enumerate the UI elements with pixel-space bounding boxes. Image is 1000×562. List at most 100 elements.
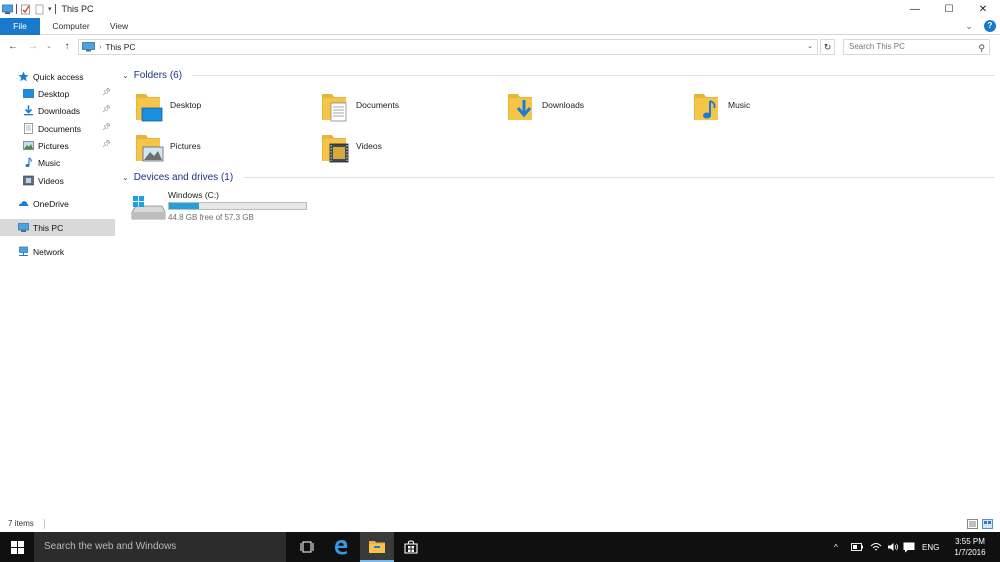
folder-videos[interactable]: Videos	[322, 131, 492, 167]
address-dropdown-icon[interactable]: ⌄	[804, 40, 816, 54]
store-button[interactable]	[394, 532, 428, 562]
battery-glyph	[851, 543, 863, 551]
taskbar-search-input[interactable]: Search the web and Windows	[34, 532, 286, 562]
desktop-folder-icon	[136, 94, 163, 122]
minimize-button[interactable]: —	[898, 0, 932, 18]
pin-icon[interactable]: 📌︎	[102, 123, 111, 131]
task-view-button[interactable]	[290, 532, 324, 562]
sidebar-item-quick-access[interactable]: Quick access	[0, 68, 115, 85]
network-status-icon[interactable]	[870, 532, 882, 562]
recent-locations-chevron-icon[interactable]: ⌄	[42, 40, 56, 54]
close-button[interactable]: ✕	[966, 0, 1000, 18]
forward-arrow-icon[interactable]: →	[26, 40, 40, 54]
drive-windows-c[interactable]: Windows (C:) 44.8 GB free of 57.3 GB	[130, 190, 330, 226]
devices-group-header[interactable]: ⌄ Devices and drives (1)	[122, 170, 233, 184]
music-icon	[25, 157, 32, 168]
new-folder-icon[interactable]	[34, 4, 45, 15]
navigation-bar: ← → ⌄ ↑ › This PC ⌄ ↻ Search This PC ⚲	[0, 36, 1000, 58]
properties-icon[interactable]	[20, 4, 31, 15]
folder-downloads[interactable]: Downloads	[508, 90, 678, 126]
expand-ribbon-chevron-icon[interactable]: ⌄	[962, 20, 976, 33]
file-explorer-button[interactable]	[360, 532, 394, 562]
folders-group-header[interactable]: ⌄ Folders (6)	[122, 68, 182, 82]
breadcrumb[interactable]: This PC	[105, 42, 135, 52]
details-view-icon[interactable]	[967, 519, 978, 529]
show-hidden-icons-chevron-icon[interactable]: ^	[834, 532, 838, 562]
quick-access-toolbar: ▾	[0, 0, 56, 18]
group-divider	[192, 75, 995, 76]
status-bar: 7 items	[0, 516, 1000, 532]
folder-desktop[interactable]: Desktop	[136, 90, 306, 126]
sidebar-item-label: Videos	[38, 175, 64, 186]
store-icon	[404, 540, 418, 554]
tab-file[interactable]: File	[0, 18, 40, 35]
sidebar-item-network[interactable]: Network	[0, 243, 115, 260]
search-placeholder: Search This PC	[849, 42, 905, 51]
tab-computer[interactable]: Computer	[50, 18, 92, 35]
folder-label: Downloads	[542, 100, 585, 110]
window-title: This PC	[61, 4, 94, 14]
input-language[interactable]: ENG	[922, 532, 939, 562]
pin-icon[interactable]: 📌︎	[102, 105, 111, 113]
system-clock[interactable]: 3:55 PM 1/7/2016	[950, 536, 990, 558]
sidebar-item-music[interactable]: Music	[0, 154, 115, 171]
folder-documents[interactable]: Documents	[322, 90, 492, 126]
star-icon	[18, 71, 29, 82]
maximize-button[interactable]: ☐	[932, 0, 966, 18]
refresh-icon: ↻	[823, 42, 832, 52]
desktop-icon	[23, 89, 34, 98]
folder-pictures[interactable]: Pictures	[136, 131, 306, 167]
large-icons-view-icon[interactable]	[982, 519, 993, 529]
volume-icon[interactable]	[887, 532, 899, 562]
search-input[interactable]: Search This PC ⚲	[843, 39, 990, 55]
folder-label: Desktop	[170, 100, 202, 110]
folder-music[interactable]: Music	[694, 90, 864, 126]
pin-icon[interactable]: 📌︎	[102, 88, 111, 96]
sidebar-item-label: OneDrive	[33, 198, 69, 209]
sidebar-item-onedrive[interactable]: OneDrive	[0, 195, 115, 212]
window-controls: — ☐ ✕	[898, 0, 1000, 18]
breadcrumb-separator-icon[interactable]: ›	[99, 44, 101, 51]
drive-free-space: 44.8 GB free of 57.3 GB	[168, 213, 254, 222]
sidebar-item-this-pc[interactable]: This PC	[0, 219, 115, 236]
drive-usage-bar	[168, 202, 307, 210]
clock-time: 3:55 PM	[955, 537, 985, 546]
collapse-chevron-icon[interactable]: ⌄	[122, 173, 129, 182]
sidebar-item-pictures[interactable]: Pictures 📌︎	[0, 137, 115, 154]
hard-drive-icon	[131, 196, 166, 220]
this-pc-icon	[18, 223, 29, 232]
folder-label: Documents	[356, 100, 399, 110]
collapse-chevron-icon[interactable]: ⌄	[122, 71, 129, 80]
videos-folder-icon	[322, 135, 349, 163]
sidebar-item-downloads[interactable]: Downloads 📌︎	[0, 102, 115, 119]
start-button[interactable]	[0, 532, 34, 562]
toolbar-separator	[54, 4, 56, 14]
edge-icon	[335, 540, 348, 555]
computer-icon	[2, 4, 13, 14]
drive-usage-fill	[169, 203, 199, 209]
drive-name: Windows (C:)	[168, 190, 220, 200]
action-center-icon[interactable]	[903, 532, 915, 562]
refresh-button[interactable]: ↻	[820, 39, 835, 55]
back-arrow-icon[interactable]: ←	[6, 40, 20, 54]
sidebar-item-label: Music	[38, 157, 61, 168]
taskbar: Search the web and Windows ^ ENG 3:55 PM…	[0, 532, 1000, 562]
address-bar[interactable]: › This PC ⌄	[78, 39, 818, 55]
navigation-pane: Quick access Desktop 📌︎ Downloads 📌︎ Doc…	[0, 64, 118, 514]
up-arrow-icon[interactable]: ↑	[60, 40, 74, 54]
battery-icon[interactable]	[851, 532, 863, 562]
sidebar-item-documents[interactable]: Documents 📌︎	[0, 120, 115, 137]
speaker-icon	[888, 543, 899, 551]
sidebar-item-desktop[interactable]: Desktop 📌︎	[0, 85, 115, 102]
help-icon[interactable]: ?	[984, 20, 996, 32]
music-folder-icon	[694, 94, 718, 120]
toolbar-separator	[16, 4, 17, 14]
onedrive-icon	[19, 201, 29, 206]
qat-dropdown-icon[interactable]: ▾	[48, 5, 52, 13]
sidebar-item-videos[interactable]: Videos	[0, 172, 115, 189]
folder-label: Pictures	[170, 141, 201, 151]
edge-button[interactable]	[324, 532, 358, 562]
search-icon: ⚲	[978, 43, 985, 53]
pin-icon[interactable]: 📌︎	[102, 140, 111, 148]
tab-view[interactable]: View	[106, 18, 132, 35]
